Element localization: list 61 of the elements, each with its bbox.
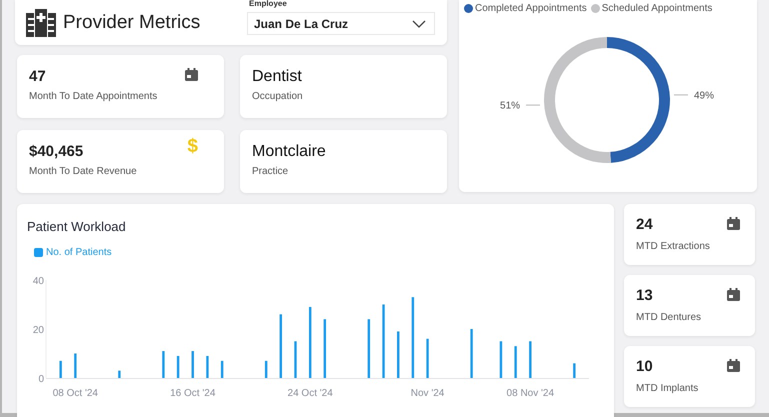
kpi-label: Occupation [252,91,303,102]
leader-line [526,104,541,106]
axis-label: 24 Oct '24 [288,388,333,399]
chart-bar [59,360,62,378]
kpi-value: 10 [636,358,653,376]
kpi-label: MTD Extractions [636,241,710,252]
leader-line [673,94,688,96]
axis-label: 40 [32,276,44,287]
kpi-value: 24 [636,216,653,234]
field-label: Employee [249,0,288,8]
chart-bar [397,331,400,378]
axis-label: 08 Oct '24 [52,388,98,399]
chart-bar [220,360,224,378]
kpi-value: Dentist [252,68,302,86]
chart-bar [294,341,297,378]
kpi-label: Month To Date Appointments [29,91,158,102]
chart-bar [74,354,77,378]
chart-bar [264,360,268,378]
kpi-value: 13 [636,287,653,305]
kpi-label: MTD Implants [636,383,698,394]
chart-bar [324,319,326,378]
kpi-label: Practice [252,166,288,177]
kpi-value: $40,465 [29,143,84,161]
chart-bar [368,319,370,378]
chart-bar [192,351,194,378]
axis-label: Nov '24 [410,388,444,399]
chart-bar [280,314,282,378]
legend-label: No. of Patients [46,247,112,258]
legend-label: Scheduled Appointments [602,3,712,14]
dollar-icon: $ [187,136,198,158]
chart-bar [162,351,165,378]
chart-bar [514,346,517,378]
chart-bar [308,306,312,378]
axis-label: 16 Oct '24 [170,388,216,399]
chart-bar [470,329,473,378]
chart-bar [426,338,429,378]
calendar-icon [184,67,199,82]
chart-bar [176,356,180,378]
kpi-value: 47 [29,68,46,86]
axis-label: 0 [38,374,44,385]
chevron-down-icon [412,20,426,28]
kpi-label: MTD Dentures [636,312,702,323]
calendar-icon [726,216,741,231]
kpi-label: Month To Date Revenue [29,166,137,177]
chart-bar [206,356,209,378]
page-title: Provider Metrics [63,12,200,34]
legend-label: Completed Appointments [475,3,587,14]
calendar-icon [726,358,741,373]
chart-bar [118,370,121,378]
employee-dropdown[interactable]: Juan De La Cruz [247,12,435,35]
data-label: 51% [500,100,520,112]
chart-bar [529,341,532,378]
hospital-logo-icon [25,8,57,38]
kpi-value: Montclaire [252,143,326,161]
chart-title: Patient Workload [27,219,127,234]
chart-bar [500,341,502,378]
calendar-icon [726,287,741,302]
axis-label: 20 [32,325,44,336]
axis-label: 08 Nov '24 [506,388,554,399]
chart-bar [573,363,576,378]
data-label: 49% [694,90,714,102]
